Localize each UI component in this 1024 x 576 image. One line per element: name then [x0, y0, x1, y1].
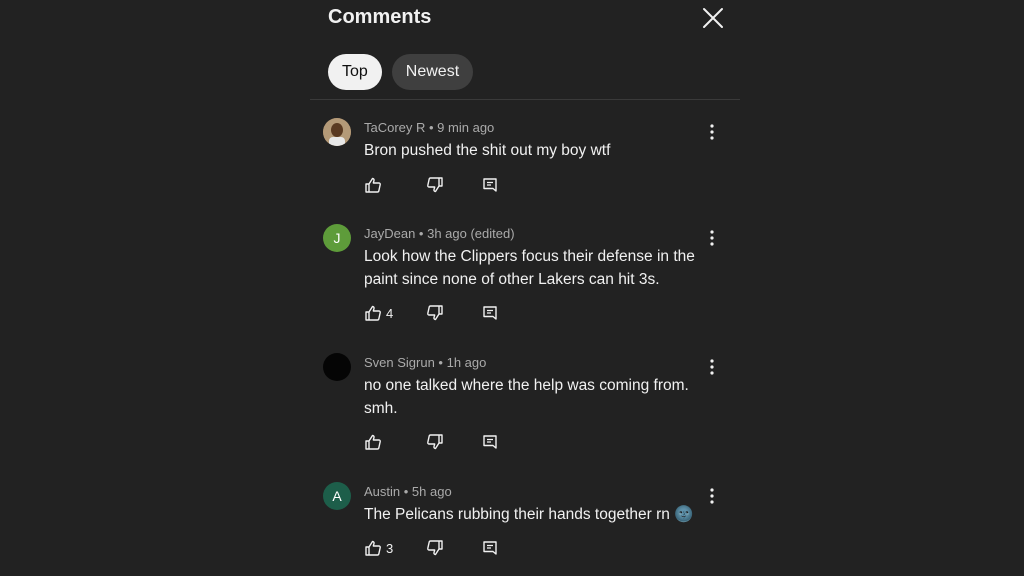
- like-button[interactable]: 4: [364, 304, 426, 322]
- close-button[interactable]: [700, 5, 726, 31]
- thumbs-down-icon: [427, 434, 443, 450]
- thumbs-down-icon: [427, 540, 443, 556]
- dislike-button[interactable]: [426, 304, 482, 322]
- comment-text: Bron pushed the shit out my boy wtf: [364, 142, 611, 159]
- dislike-button[interactable]: [426, 433, 482, 451]
- divider: [310, 99, 740, 100]
- dislike-button[interactable]: [426, 539, 482, 557]
- panel-title: Comments: [328, 6, 432, 28]
- avatar-letter: A: [332, 488, 342, 504]
- thumbs-up-icon: [365, 177, 381, 193]
- comment-meta: Sven Sigrun • 1h ago: [364, 355, 487, 370]
- tab-newest[interactable]: Newest: [391, 54, 474, 90]
- comment-actions: [364, 433, 498, 451]
- comment-meta: Austin • 5h ago: [364, 484, 452, 499]
- comment-text: no one talked where the help was coming …: [364, 377, 689, 417]
- thumbs-down-icon: [427, 177, 443, 193]
- more-vert-icon: [710, 488, 714, 504]
- dislike-button[interactable]: [426, 176, 482, 194]
- more-vert-icon: [710, 359, 714, 375]
- comment-actions: 4: [364, 304, 498, 322]
- avatar-letter: J: [333, 230, 341, 246]
- reply-icon: [483, 435, 497, 449]
- more-button[interactable]: [706, 357, 718, 377]
- thumbs-up-icon: [365, 540, 381, 556]
- tab-top[interactable]: Top: [328, 54, 382, 90]
- avatar[interactable]: A: [323, 482, 351, 510]
- reply-button[interactable]: [482, 305, 498, 321]
- like-button[interactable]: 3: [364, 539, 426, 557]
- more-button[interactable]: [706, 122, 718, 142]
- like-count: 3: [386, 540, 394, 556]
- avatar-photo: [323, 118, 351, 146]
- more-button[interactable]: [706, 228, 718, 248]
- comment-actions: 3: [364, 539, 498, 557]
- more-vert-icon: [710, 230, 714, 246]
- comment-meta: JayDean • 3h ago (edited): [364, 226, 515, 241]
- comment-text: The Pelicans rubbing their hands togethe…: [364, 506, 694, 523]
- reply-button[interactable]: [482, 177, 498, 193]
- like-button[interactable]: [364, 176, 426, 194]
- avatar[interactable]: [323, 118, 351, 146]
- reply-button[interactable]: [482, 540, 498, 556]
- thumbs-down-icon: [427, 305, 443, 321]
- thumbs-up-icon: [365, 434, 381, 450]
- like-button[interactable]: [364, 433, 426, 451]
- like-count: 4: [386, 305, 394, 321]
- reply-icon: [483, 306, 497, 320]
- more-vert-icon: [710, 124, 714, 140]
- reply-icon: [483, 178, 497, 192]
- sort-tabs: Top Newest: [328, 54, 474, 90]
- close-icon: [703, 8, 723, 28]
- reply-icon: [483, 541, 497, 555]
- avatar[interactable]: [323, 353, 351, 381]
- comments-panel: Comments Top Newest TaCorey R • 9 min ag…: [310, 0, 740, 576]
- comment-meta: TaCorey R • 9 min ago: [364, 120, 495, 135]
- thumbs-up-icon: [365, 305, 381, 321]
- comment-actions: [364, 176, 498, 194]
- comment-text: Look how the Clippers focus their defens…: [364, 248, 695, 288]
- avatar[interactable]: J: [323, 224, 351, 252]
- reply-button[interactable]: [482, 434, 498, 450]
- more-button[interactable]: [706, 486, 718, 506]
